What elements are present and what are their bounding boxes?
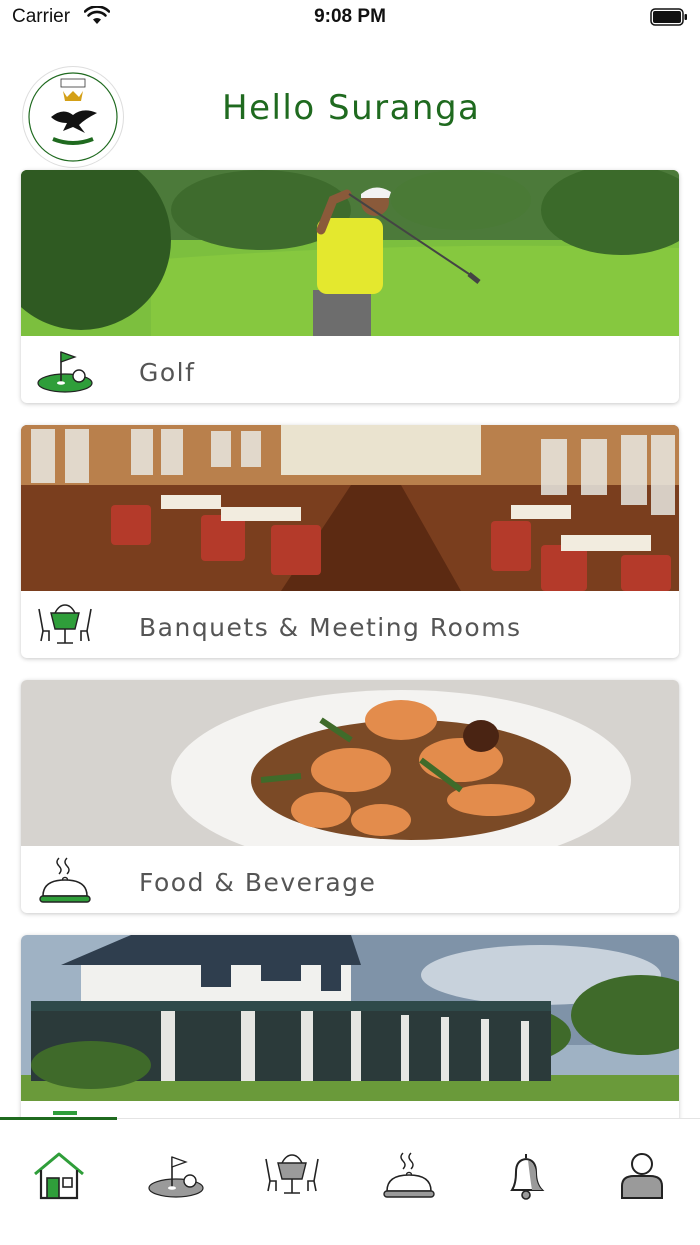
golf-flag-icon bbox=[147, 1156, 204, 1198]
tab-food-beverage[interactable] bbox=[350, 1141, 467, 1211]
food-beverage-card[interactable]: Food & Beverage bbox=[21, 680, 679, 913]
dining-hall-photo bbox=[21, 425, 679, 591]
bell-icon bbox=[509, 1154, 544, 1200]
clock: 9:08 PM bbox=[314, 6, 386, 27]
banquet-table-icon bbox=[38, 604, 92, 644]
clubhouse-photo bbox=[21, 935, 679, 1101]
banquets-card[interactable]: Banquets & Meeting Rooms bbox=[21, 425, 679, 658]
tab-profile[interactable] bbox=[583, 1141, 700, 1211]
golf-flag-icon bbox=[37, 351, 93, 393]
tab-banquets[interactable] bbox=[233, 1141, 350, 1211]
active-tab-indicator bbox=[0, 1117, 117, 1120]
card-label-banquets: Banquets & Meeting Rooms bbox=[139, 613, 522, 642]
food-cloche-icon bbox=[382, 1152, 435, 1198]
battery-icon bbox=[650, 8, 687, 26]
tab-home[interactable] bbox=[0, 1141, 117, 1211]
seafood-dish-photo bbox=[21, 680, 679, 846]
food-cloche-icon bbox=[39, 857, 91, 903]
home-icon bbox=[33, 1152, 84, 1200]
tab-notifications[interactable] bbox=[467, 1141, 584, 1211]
club-logo bbox=[22, 66, 124, 168]
banquet-table-icon bbox=[264, 1154, 319, 1194]
greeting-title: Hello Suranga bbox=[222, 88, 481, 128]
clubhouse-card[interactable] bbox=[21, 935, 679, 1135]
club-crest-icon bbox=[28, 72, 118, 162]
profile-icon bbox=[620, 1153, 663, 1199]
tab-golf[interactable] bbox=[117, 1141, 234, 1211]
card-label-food-beverage: Food & Beverage bbox=[139, 868, 377, 897]
card-label-golf: Golf bbox=[139, 358, 196, 387]
status-bar: Carrier 9:08 PM bbox=[0, 0, 700, 36]
golf-card[interactable]: Golf bbox=[21, 170, 679, 403]
bottom-tab-bar bbox=[0, 1117, 700, 1245]
golfer-photo bbox=[21, 170, 679, 336]
